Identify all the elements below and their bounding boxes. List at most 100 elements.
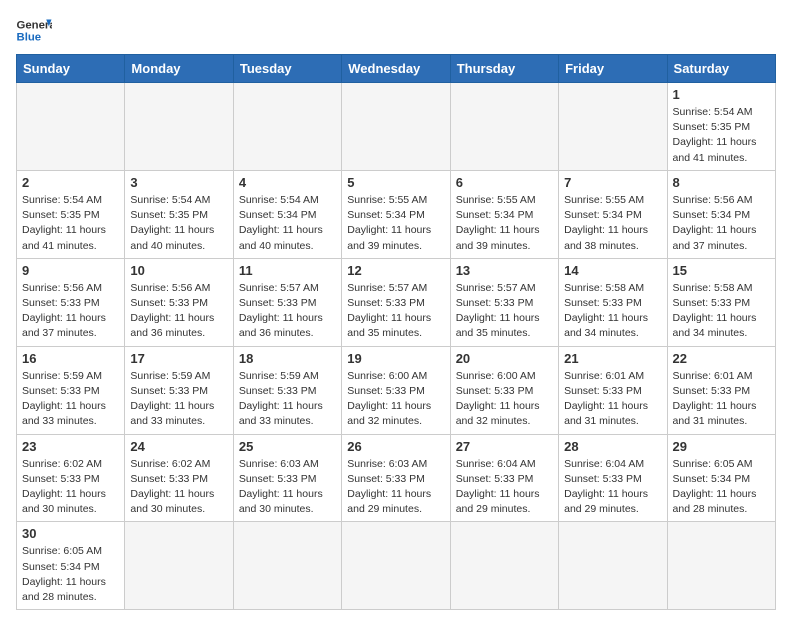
calendar-cell: 15Sunrise: 5:58 AM Sunset: 5:33 PM Dayli… xyxy=(667,258,775,346)
calendar-cell: 7 Sunrise: 5:55 AM Sunset: 5:34 PM Daylig… xyxy=(559,170,667,258)
calendar-cell xyxy=(17,83,125,171)
day-number: 5 xyxy=(347,175,444,190)
calendar-cell xyxy=(125,522,233,610)
calendar-cell: 14Sunrise: 5:58 AM Sunset: 5:33 PM Dayli… xyxy=(559,258,667,346)
day-number: 4 xyxy=(239,175,336,190)
calendar-cell: 17 Sunrise: 5:59 AM Sunset: 5:33 PM Dayli… xyxy=(125,346,233,434)
calendar-cell: 20 Sunrise: 6:00 AM Sunset: 5:33 PM Dayli… xyxy=(450,346,558,434)
day-info: Sunrise: 6:03 AM Sunset: 5:33 PM Dayligh… xyxy=(347,457,444,518)
calendar-cell xyxy=(233,522,341,610)
day-number: 27 xyxy=(456,439,553,454)
calendar-cell: 29 Sunrise: 6:05 AM Sunset: 5:34 PM Dayli… xyxy=(667,434,775,522)
day-number: 28 xyxy=(564,439,661,454)
day-info: Sunrise: 6:03 AM Sunset: 5:33 PM Dayligh… xyxy=(239,457,336,518)
day-info: Sunrise: 5:54 AM Sunset: 5:34 PM Dayligh… xyxy=(239,193,336,254)
day-info: Sunrise: 5:54 AM Sunset: 5:35 PM Dayligh… xyxy=(22,193,119,254)
calendar-row: 2Sunrise: 5:54 AM Sunset: 5:35 PM Daylig… xyxy=(17,170,776,258)
calendar-cell: 12 Sunrise: 5:57 AM Sunset: 5:33 PM Dayli… xyxy=(342,258,450,346)
day-info: Sunrise: 5:59 AM Sunset: 5:33 PM Dayligh… xyxy=(239,369,336,430)
calendar-cell: 23 Sunrise: 6:02 AM Sunset: 5:33 PM Dayli… xyxy=(17,434,125,522)
day-number: 18 xyxy=(239,351,336,366)
calendar-cell: 21Sunrise: 6:01 AM Sunset: 5:33 PM Dayli… xyxy=(559,346,667,434)
weekday-header-wednesday: Wednesday xyxy=(342,55,450,83)
calendar-row: 1Sunrise: 5:54 AM Sunset: 5:35 PM Daylig… xyxy=(17,83,776,171)
calendar-cell: 22 Sunrise: 6:01 AM Sunset: 5:33 PM Dayli… xyxy=(667,346,775,434)
day-number: 21 xyxy=(564,351,661,366)
weekday-header-tuesday: Tuesday xyxy=(233,55,341,83)
day-number: 26 xyxy=(347,439,444,454)
calendar-cell: 27 Sunrise: 6:04 AM Sunset: 5:33 PM Dayli… xyxy=(450,434,558,522)
day-info: Sunrise: 5:56 AM Sunset: 5:33 PM Dayligh… xyxy=(22,281,119,342)
day-number: 25 xyxy=(239,439,336,454)
calendar-row: 30 Sunrise: 6:05 AM Sunset: 5:34 PM Dayli… xyxy=(17,522,776,610)
calendar-cell: 3Sunrise: 5:54 AM Sunset: 5:35 PM Daylig… xyxy=(125,170,233,258)
day-number: 3 xyxy=(130,175,227,190)
calendar-cell xyxy=(450,522,558,610)
day-number: 29 xyxy=(673,439,770,454)
day-number: 23 xyxy=(22,439,119,454)
day-info: Sunrise: 5:56 AM Sunset: 5:34 PM Dayligh… xyxy=(673,193,770,254)
calendar-cell: 8Sunrise: 5:56 AM Sunset: 5:34 PM Daylig… xyxy=(667,170,775,258)
calendar-cell: 4 Sunrise: 5:54 AM Sunset: 5:34 PM Daylig… xyxy=(233,170,341,258)
calendar-cell xyxy=(125,83,233,171)
day-info: Sunrise: 6:02 AM Sunset: 5:33 PM Dayligh… xyxy=(130,457,227,518)
calendar-cell xyxy=(233,83,341,171)
weekday-header-thursday: Thursday xyxy=(450,55,558,83)
day-number: 9 xyxy=(22,263,119,278)
calendar-cell: 25 Sunrise: 6:03 AM Sunset: 5:33 PM Dayli… xyxy=(233,434,341,522)
calendar-cell xyxy=(450,83,558,171)
svg-text:General: General xyxy=(17,19,53,31)
day-number: 30 xyxy=(22,526,119,541)
day-number: 14 xyxy=(564,263,661,278)
calendar-cell: 26 Sunrise: 6:03 AM Sunset: 5:33 PM Dayli… xyxy=(342,434,450,522)
day-number: 13 xyxy=(456,263,553,278)
day-info: Sunrise: 6:05 AM Sunset: 5:34 PM Dayligh… xyxy=(22,544,119,605)
calendar-cell: 16Sunrise: 5:59 AM Sunset: 5:33 PM Dayli… xyxy=(17,346,125,434)
calendar-cell: 24Sunrise: 6:02 AM Sunset: 5:33 PM Dayli… xyxy=(125,434,233,522)
day-info: Sunrise: 5:54 AM Sunset: 5:35 PM Dayligh… xyxy=(673,105,770,166)
calendar-cell: 19 Sunrise: 6:00 AM Sunset: 5:33 PM Dayli… xyxy=(342,346,450,434)
calendar-row: 16Sunrise: 5:59 AM Sunset: 5:33 PM Dayli… xyxy=(17,346,776,434)
day-number: 7 xyxy=(564,175,661,190)
day-info: Sunrise: 5:57 AM Sunset: 5:33 PM Dayligh… xyxy=(347,281,444,342)
day-number: 22 xyxy=(673,351,770,366)
logo-icon: General Blue xyxy=(16,16,52,44)
day-info: Sunrise: 6:04 AM Sunset: 5:33 PM Dayligh… xyxy=(456,457,553,518)
calendar-cell xyxy=(559,522,667,610)
day-number: 15 xyxy=(673,263,770,278)
calendar-cell xyxy=(342,83,450,171)
day-number: 20 xyxy=(456,351,553,366)
day-info: Sunrise: 6:00 AM Sunset: 5:33 PM Dayligh… xyxy=(456,369,553,430)
day-info: Sunrise: 6:02 AM Sunset: 5:33 PM Dayligh… xyxy=(22,457,119,518)
logo: General Blue xyxy=(16,16,52,44)
day-number: 19 xyxy=(347,351,444,366)
calendar-cell: 2Sunrise: 5:54 AM Sunset: 5:35 PM Daylig… xyxy=(17,170,125,258)
calendar-cell: 18 Sunrise: 5:59 AM Sunset: 5:33 PM Dayli… xyxy=(233,346,341,434)
day-info: Sunrise: 5:59 AM Sunset: 5:33 PM Dayligh… xyxy=(22,369,119,430)
calendar-cell: 11 Sunrise: 5:57 AM Sunset: 5:33 PM Dayli… xyxy=(233,258,341,346)
weekday-header-friday: Friday xyxy=(559,55,667,83)
day-info: Sunrise: 5:59 AM Sunset: 5:33 PM Dayligh… xyxy=(130,369,227,430)
day-info: Sunrise: 5:55 AM Sunset: 5:34 PM Dayligh… xyxy=(564,193,661,254)
calendar-table: SundayMondayTuesdayWednesdayThursdayFrid… xyxy=(16,54,776,610)
day-info: Sunrise: 6:00 AM Sunset: 5:33 PM Dayligh… xyxy=(347,369,444,430)
calendar-cell: 30 Sunrise: 6:05 AM Sunset: 5:34 PM Dayli… xyxy=(17,522,125,610)
calendar-cell: 6Sunrise: 5:55 AM Sunset: 5:34 PM Daylig… xyxy=(450,170,558,258)
day-info: Sunrise: 6:01 AM Sunset: 5:33 PM Dayligh… xyxy=(673,369,770,430)
day-info: Sunrise: 5:57 AM Sunset: 5:33 PM Dayligh… xyxy=(239,281,336,342)
calendar-cell: 9 Sunrise: 5:56 AM Sunset: 5:33 PM Daylig… xyxy=(17,258,125,346)
day-number: 17 xyxy=(130,351,227,366)
weekday-header-saturday: Saturday xyxy=(667,55,775,83)
calendar-cell xyxy=(667,522,775,610)
day-info: Sunrise: 6:04 AM Sunset: 5:33 PM Dayligh… xyxy=(564,457,661,518)
calendar-cell: 13Sunrise: 5:57 AM Sunset: 5:33 PM Dayli… xyxy=(450,258,558,346)
day-info: Sunrise: 6:05 AM Sunset: 5:34 PM Dayligh… xyxy=(673,457,770,518)
calendar-cell xyxy=(342,522,450,610)
calendar-cell: 5Sunrise: 5:55 AM Sunset: 5:34 PM Daylig… xyxy=(342,170,450,258)
day-number: 11 xyxy=(239,263,336,278)
day-number: 12 xyxy=(347,263,444,278)
calendar-cell: 1Sunrise: 5:54 AM Sunset: 5:35 PM Daylig… xyxy=(667,83,775,171)
weekday-header-row: SundayMondayTuesdayWednesdayThursdayFrid… xyxy=(17,55,776,83)
calendar-cell: 10Sunrise: 5:56 AM Sunset: 5:33 PM Dayli… xyxy=(125,258,233,346)
weekday-header-sunday: Sunday xyxy=(17,55,125,83)
